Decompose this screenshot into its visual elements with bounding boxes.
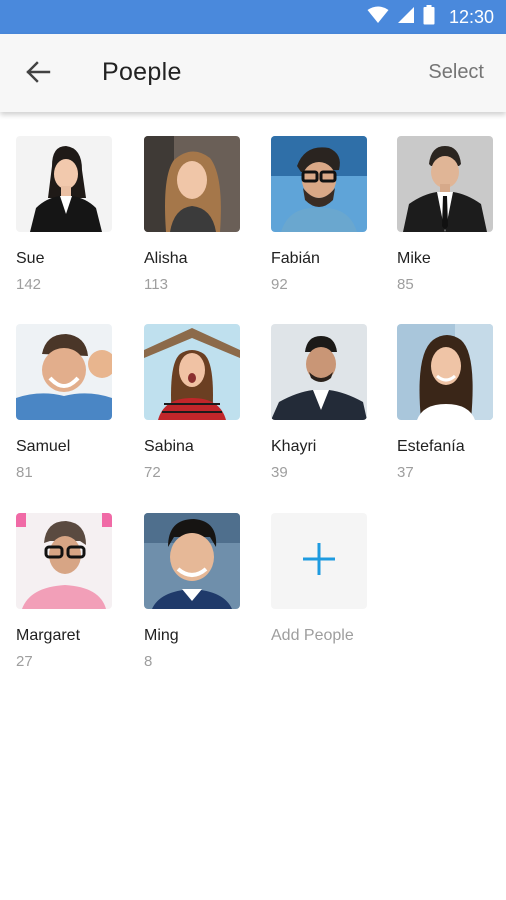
person-name: Sabina xyxy=(144,438,194,455)
avatar xyxy=(144,136,240,232)
person-name: Khayri xyxy=(271,438,317,455)
person-card[interactable]: Alisha 113 xyxy=(144,136,254,293)
person-count: 39 xyxy=(271,464,288,481)
avatar xyxy=(144,324,240,420)
person-card[interactable]: Estefanía 37 xyxy=(397,324,506,481)
avatar xyxy=(16,136,112,232)
avatar xyxy=(144,513,240,609)
add-people-tile[interactable] xyxy=(271,513,367,609)
arrow-left-icon xyxy=(25,60,51,88)
status-icons: 12:30 xyxy=(367,0,494,34)
person-count: 72 xyxy=(144,464,161,481)
avatar xyxy=(16,324,112,420)
person-name: Margaret xyxy=(16,627,81,644)
add-people-button[interactable]: Add People xyxy=(271,513,381,645)
person-name: Samuel xyxy=(16,438,71,455)
signal-icon xyxy=(397,6,415,29)
app-bar: Poeple Select xyxy=(0,34,506,112)
person-name: Ming xyxy=(144,627,179,644)
person-card[interactable]: Mike 85 xyxy=(397,136,506,293)
person-name: Alisha xyxy=(144,250,188,267)
person-card[interactable]: Fabián 92 xyxy=(271,136,381,293)
person-card[interactable]: Ming 8 xyxy=(144,513,254,670)
plus-icon xyxy=(302,542,336,581)
status-time: 12:30 xyxy=(448,6,494,27)
person-card[interactable]: Sue 142 xyxy=(16,136,126,293)
status-bar: 12:30 xyxy=(0,0,506,34)
person-count: 81 xyxy=(16,464,33,481)
battery-icon xyxy=(423,4,435,30)
avatar xyxy=(397,136,493,232)
person-card[interactable]: Margaret 27 xyxy=(16,513,126,670)
avatar xyxy=(16,513,112,609)
select-button[interactable]: Select xyxy=(428,61,484,84)
person-card[interactable]: Khayri 39 xyxy=(271,324,381,481)
person-name: Sue xyxy=(16,250,45,267)
avatar xyxy=(271,324,367,420)
page-title: Poeple xyxy=(102,58,182,86)
person-name: Estefanía xyxy=(397,438,465,455)
person-card[interactable]: Sabina 72 xyxy=(144,324,254,481)
avatar xyxy=(397,324,493,420)
person-name: Mike xyxy=(397,250,431,267)
person-count: 85 xyxy=(397,276,414,293)
person-count: 113 xyxy=(144,276,168,293)
person-count: 8 xyxy=(144,653,153,670)
wifi-icon xyxy=(367,6,389,29)
person-name: Fabián xyxy=(271,250,320,267)
person-count: 37 xyxy=(397,464,414,481)
add-people-label: Add People xyxy=(271,627,354,644)
person-count: 92 xyxy=(271,276,288,293)
person-card[interactable]: Samuel 81 xyxy=(16,324,126,481)
back-button[interactable] xyxy=(18,54,58,94)
person-count: 142 xyxy=(16,276,42,293)
avatar xyxy=(271,136,367,232)
person-count: 27 xyxy=(16,653,33,670)
